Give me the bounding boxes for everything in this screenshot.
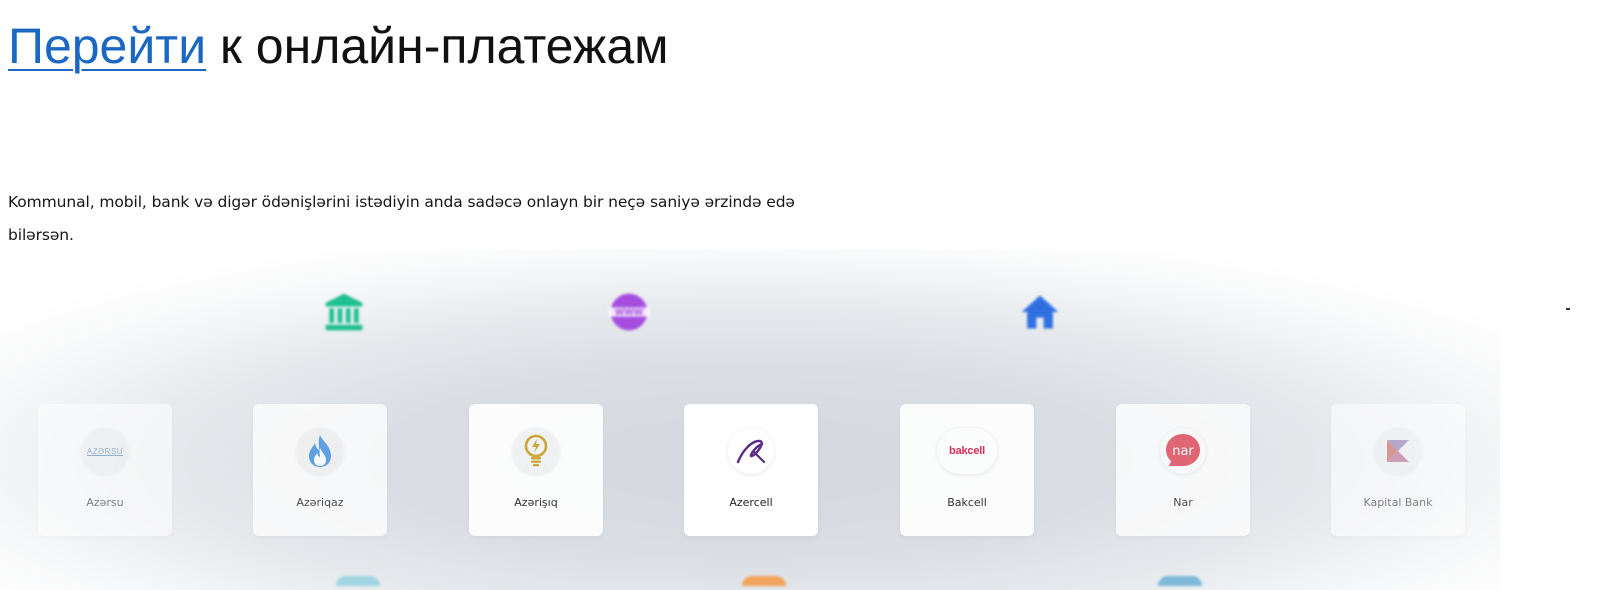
flame-icon xyxy=(309,435,331,467)
bakcell-logo: bakcell xyxy=(937,428,997,474)
provider-card-azercell[interactable]: Azercell xyxy=(684,404,818,536)
provider-card-bakcell[interactable]: bakcell Bakcell xyxy=(900,404,1034,536)
next-row-icon-orange xyxy=(742,576,786,586)
provider-card-azerishiq[interactable]: Azərişıq xyxy=(469,404,603,536)
nar-bubble-icon: nar xyxy=(1166,434,1200,466)
provider-label: Kapital Bank xyxy=(1363,496,1433,509)
provider-label: Azərişıq xyxy=(514,496,558,509)
provider-card-azersu[interactable]: AZƏRSU Azərsu xyxy=(38,404,172,536)
svg-text:WWW: WWW xyxy=(615,307,644,317)
provider-label: Azəriqaz xyxy=(296,496,344,509)
svg-text:nar: nar xyxy=(1172,444,1194,459)
next-row-icon-teal xyxy=(336,576,380,586)
provider-card-azeriqaz[interactable]: Azəriqaz xyxy=(253,404,387,536)
heading-text: к онлайн-платежам xyxy=(206,18,669,74)
lightbulb-icon xyxy=(524,434,548,467)
www-globe-icon: WWW xyxy=(608,293,650,331)
page-subtitle: Kommunal, mobil, bank və digər ödənişlər… xyxy=(8,193,795,244)
bank-icon xyxy=(325,293,363,331)
provider-label: Bakcell xyxy=(947,496,987,509)
kapital-bank-logo xyxy=(1375,428,1421,474)
azercell-logo xyxy=(728,428,774,474)
azersu-logo: AZƏRSU xyxy=(82,428,128,474)
provider-label: Nar xyxy=(1173,496,1193,509)
go-to-payments-link[interactable]: Перейти xyxy=(8,18,206,74)
azercell-swoosh-icon xyxy=(736,439,766,464)
azerishiq-bulb-logo xyxy=(513,428,559,474)
provider-label: Azercell xyxy=(729,496,773,509)
payments-showcase: WWW AZƏRSU Azərsu Azəriqaz Azərişıq Azer… xyxy=(0,250,1500,590)
page: Перейти к онлайн-платежам Kommunal, mobi… xyxy=(0,0,1600,590)
provider-card-nar[interactable]: nar Nar xyxy=(1116,404,1250,536)
provider-label: Azərsu xyxy=(86,496,124,509)
page-heading: Перейти к онлайн-платежам xyxy=(8,2,708,90)
next-row-icon-blue xyxy=(1158,576,1202,586)
kapital-k-icon xyxy=(1387,440,1409,462)
edge-mark xyxy=(1566,308,1570,310)
provider-card-kapital-bank[interactable]: Kapital Bank xyxy=(1331,404,1465,536)
nar-logo: nar xyxy=(1160,428,1206,474)
home-icon xyxy=(1021,295,1059,329)
azeriqaz-flame-logo xyxy=(297,428,343,474)
